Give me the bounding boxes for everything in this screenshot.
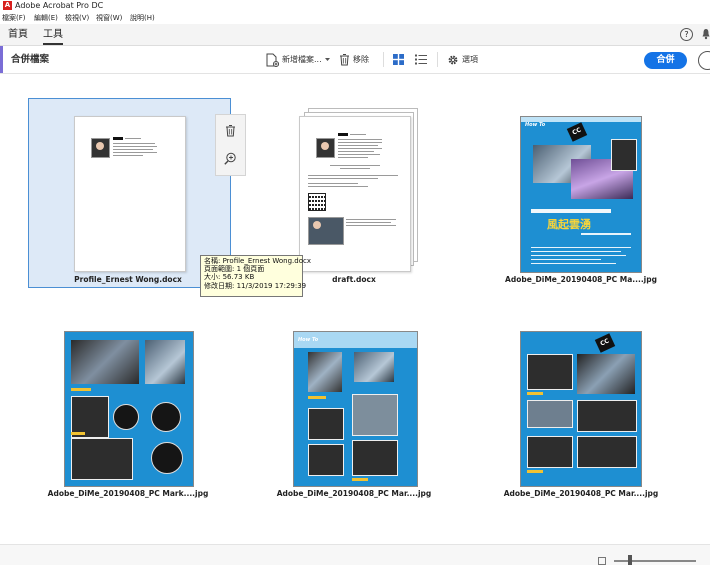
options-button[interactable]: 選項: [447, 52, 478, 67]
menu-help[interactable]: 說明(H): [130, 13, 155, 23]
profile-photo: [316, 138, 335, 158]
file-thumbnail[interactable]: [299, 116, 411, 272]
tab-tools[interactable]: 工具: [43, 28, 63, 45]
file-name: Profile_Ernest Wong.docx: [74, 275, 182, 284]
profile-photo: [91, 138, 110, 158]
bell-icon[interactable]: [702, 28, 710, 40]
menu-window[interactable]: 視窗(W): [96, 13, 122, 23]
how-to-label: How To: [298, 337, 319, 343]
remove-label: 移除: [353, 55, 369, 64]
add-files-label: 新增檔案...: [282, 55, 322, 64]
add-file-icon: [266, 53, 279, 67]
chevron-down-icon: [324, 57, 330, 61]
tab-home[interactable]: 首頁: [8, 28, 28, 42]
cc-badge: CC: [594, 333, 616, 353]
close-tool-button[interactable]: [698, 51, 710, 70]
file-name: Adobe_DiMe_20190408_PC Ma....jpg: [505, 275, 657, 284]
tool-title: 合併檔案: [11, 54, 50, 65]
zoom-in-icon[interactable]: [224, 152, 237, 165]
remove-button[interactable]: 移除: [339, 52, 369, 67]
file-name: Adobe_DiMe_20190408_PC Mar....jpg: [276, 489, 432, 498]
menu-file[interactable]: 檔案(F): [2, 13, 26, 23]
list-view-icon: [415, 54, 427, 65]
zoom-slider[interactable]: [614, 560, 696, 562]
help-icon[interactable]: ?: [680, 28, 693, 41]
acrobat-logo-icon: A: [3, 1, 12, 10]
menu-bar: 檔案(F) 編輯(E) 檢視(V) 視窗(W) 說明(H): [0, 12, 710, 24]
combine-button[interactable]: 合併: [644, 52, 687, 69]
menu-edit[interactable]: 編輯(E): [34, 13, 58, 23]
file-actions-panel: [215, 114, 246, 176]
gear-icon: [448, 55, 458, 64]
menu-view[interactable]: 檢視(V): [65, 13, 89, 23]
list-view-button[interactable]: [415, 52, 427, 67]
file-name: Adobe_DiMe_20190408_PC Mar....jpg: [503, 489, 659, 498]
how-to-label: How To: [525, 122, 546, 128]
toolbar-divider: [383, 52, 384, 67]
tooltip-modified: 修改日期: 11/3/2019 17:29:39: [204, 281, 307, 290]
options-label: 選項: [462, 55, 478, 64]
title-bar: A Adobe Acrobat Pro DC: [0, 0, 710, 12]
tab-bar: 首頁 工具 ?: [0, 24, 710, 46]
grid-view-icon: [393, 54, 404, 65]
toolbar-divider: [437, 52, 438, 67]
combine-toolbar: 合併檔案 新增檔案... 移除 選項 合併: [0, 46, 710, 74]
screenshot-image: [308, 217, 344, 245]
status-bar: [0, 544, 710, 565]
file-thumbnail[interactable]: [74, 116, 186, 272]
file-thumbnail[interactable]: How To: [293, 331, 418, 487]
cover-headline: 風起雲湧: [547, 218, 591, 231]
file-thumbnail[interactable]: How To CC 風起雲湧: [520, 116, 642, 273]
tooltip-size: 大小: 56.73 KB: [204, 273, 255, 282]
add-files-button[interactable]: 新增檔案...: [266, 52, 330, 67]
trash-icon[interactable]: [225, 124, 236, 137]
tooltip-name: 名稱: Profile_Ernest Wong.docx: [204, 257, 312, 265]
file-thumbnail[interactable]: CC: [520, 331, 642, 487]
qr-code: [308, 193, 326, 211]
toolbar-accent: [0, 46, 3, 73]
file-thumbnail[interactable]: [64, 331, 194, 487]
trash-icon: [340, 54, 349, 66]
file-info-tooltip: 名稱: Profile_Ernest Wong.docx 頁面範圍: 1 個頁面…: [200, 255, 312, 297]
file-name: Adobe_DiMe_20190408_PC Mark....jpg: [47, 489, 209, 498]
grid-view-button[interactable]: [393, 52, 404, 67]
cc-badge: CC: [566, 122, 588, 142]
window-title: Adobe Acrobat Pro DC: [15, 1, 104, 10]
